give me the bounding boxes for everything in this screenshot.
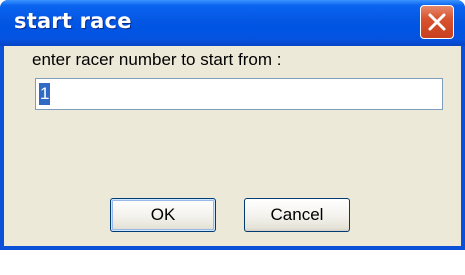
close-button[interactable]	[420, 5, 454, 39]
input-value: 1	[39, 83, 51, 105]
title-bar[interactable]: start race	[0, 0, 465, 46]
prompt-label: enter racer number to start from :	[32, 50, 282, 69]
dialog-body	[4, 46, 461, 246]
ok-button[interactable]: OK	[110, 198, 216, 232]
cancel-button[interactable]: Cancel	[244, 198, 350, 232]
close-icon	[428, 13, 446, 31]
dialog-title: start race	[14, 9, 132, 33]
racer-number-input[interactable]: 1	[35, 78, 443, 110]
